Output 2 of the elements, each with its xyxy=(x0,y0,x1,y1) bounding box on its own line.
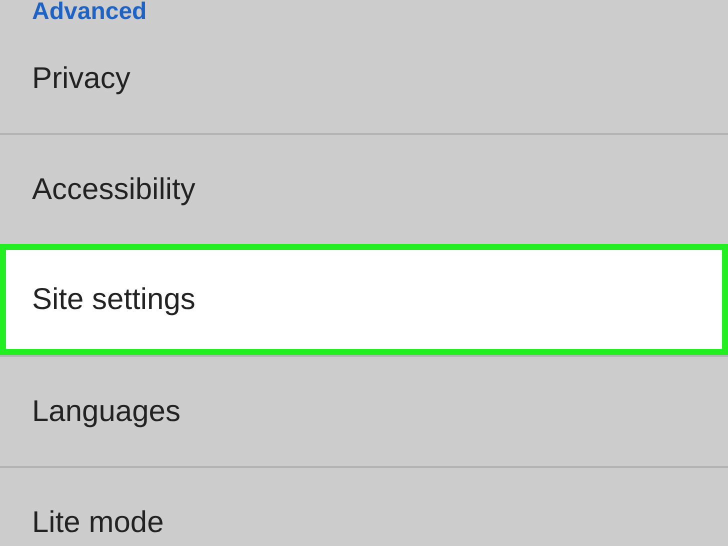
section-header: Advanced xyxy=(32,0,147,24)
settings-item[interactable]: Site settings xyxy=(0,244,728,355)
